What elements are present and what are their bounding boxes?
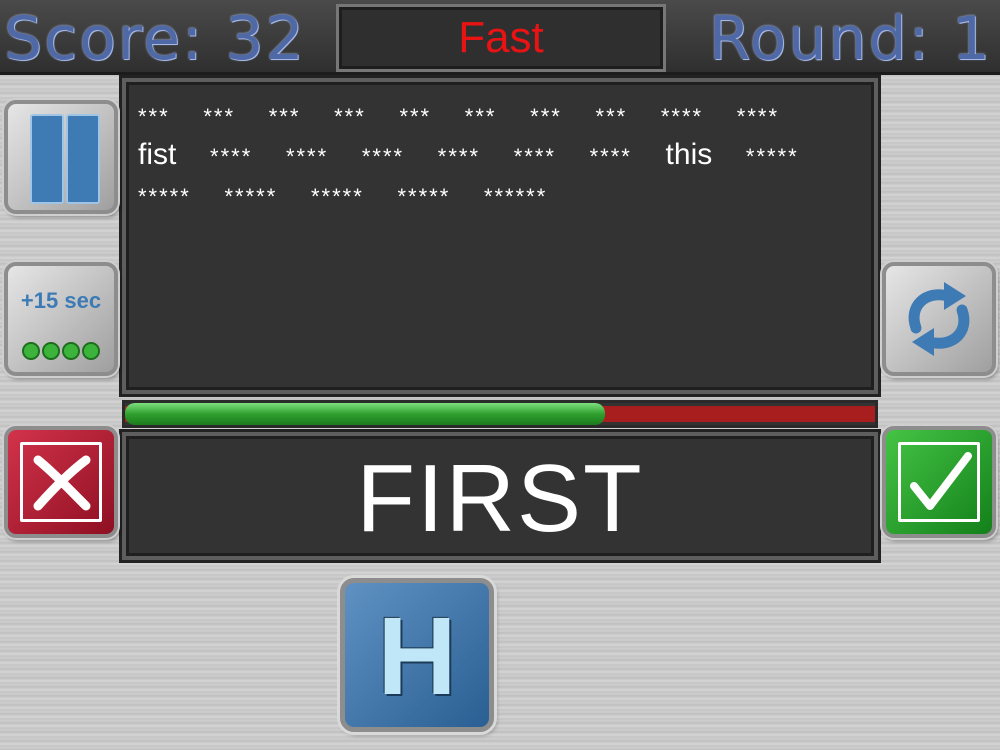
hidden-word: **** — [513, 144, 556, 169]
add-time-label: +15 sec — [20, 288, 102, 313]
current-word: FIRST — [356, 445, 644, 552]
hidden-word: **** — [589, 144, 632, 169]
score-display: Score: 32 — [4, 4, 306, 74]
refresh-icon — [908, 282, 970, 356]
speed-label: Fast — [336, 4, 666, 72]
found-word: this — [665, 138, 713, 171]
hidden-word: *** — [334, 104, 366, 129]
hidden-word: **** — [361, 144, 405, 169]
hidden-word: *** — [464, 104, 497, 129]
hidden-word: ***** — [224, 184, 278, 209]
hidden-word: *** — [399, 104, 432, 129]
current-word-panel: FIRST — [122, 432, 878, 560]
charge-dot — [22, 342, 40, 360]
charge-dot — [82, 342, 100, 360]
timer-bar-fill — [125, 403, 605, 425]
hidden-word: ***** — [397, 184, 451, 209]
hidden-word: **** — [736, 104, 780, 129]
reject-button[interactable] — [4, 426, 118, 538]
hidden-word: *** — [203, 104, 236, 129]
hidden-word: **** — [660, 104, 704, 129]
accept-button[interactable] — [882, 426, 996, 538]
found-words-list: *** *** *** *** *** *** *** *** **** ***… — [138, 96, 862, 216]
pause-icon-bar-right — [66, 114, 100, 204]
top-bar: Score: 32 Fast Round: 1 — [0, 0, 1000, 75]
hidden-word: **** — [210, 144, 253, 169]
charge-dot — [62, 342, 80, 360]
hidden-word: ***** — [745, 144, 799, 169]
hidden-word: **** — [285, 144, 329, 169]
hidden-word: ***** — [138, 184, 191, 209]
add-time-charges — [8, 342, 114, 365]
x-icon — [33, 455, 91, 511]
hidden-word: *** — [268, 104, 301, 129]
pause-icon — [30, 114, 64, 204]
hidden-word: *** — [530, 104, 562, 129]
hint-letter: H — [377, 595, 457, 718]
refresh-button[interactable] — [882, 262, 996, 376]
hidden-word: *** — [138, 104, 170, 129]
charge-dot — [42, 342, 60, 360]
round-display: Round: 1 — [708, 4, 992, 74]
hint-letter-tile[interactable]: H — [340, 578, 494, 732]
hidden-word: *** — [595, 104, 628, 129]
found-word: fist — [138, 138, 177, 171]
hidden-word: **** — [437, 144, 481, 169]
hidden-word: ***** — [310, 184, 364, 209]
pause-button[interactable] — [4, 100, 118, 214]
checkmark-icon — [910, 452, 972, 510]
timer-bar — [122, 400, 878, 428]
found-words-panel: *** *** *** *** *** *** *** *** **** ***… — [122, 78, 878, 394]
hidden-word: ****** — [483, 184, 548, 209]
add-time-button[interactable]: +15 sec — [4, 262, 118, 376]
